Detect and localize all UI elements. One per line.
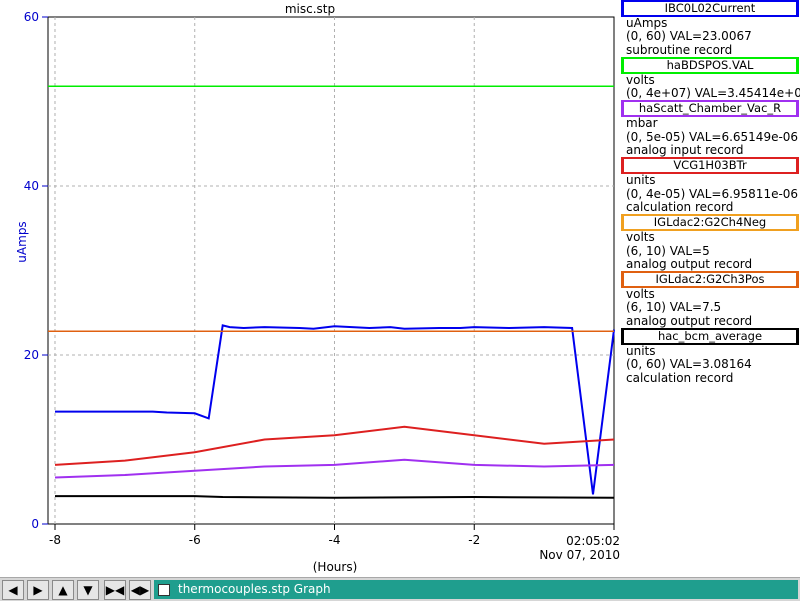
- legend-record: subroutine record: [626, 42, 733, 57]
- legend-range: (6, 10) VAL=7.5: [626, 300, 722, 315]
- legend-range: (0, 60) VAL=3.08164: [626, 357, 752, 372]
- legend-unit: mbar: [626, 116, 658, 131]
- legend-unit: volts: [626, 230, 655, 245]
- legend-pv-name[interactable]: IBC0L02Current: [621, 0, 799, 17]
- legend-range: (0, 4e-05) VAL=6.95811e-06: [626, 186, 799, 201]
- legend-entry[interactable]: VCG1H03BTr units (0, 4e-05) VAL=6.95811e…: [620, 157, 800, 214]
- timestamp-time: 02:05:02: [566, 534, 620, 548]
- x-axis-title: (Hours): [312, 560, 358, 574]
- y-axis-label: uAmps: [15, 221, 29, 263]
- legend-record: analog output record: [626, 313, 753, 328]
- series-line-hac-bcm-average: [55, 495, 615, 499]
- right-arrow-icon[interactable]: ▶: [27, 580, 49, 600]
- legend-panel: IBC0L02Current uAmps (0, 60) VAL=23.0067…: [620, 0, 800, 385]
- x-tick-label: -6: [189, 533, 201, 547]
- legend-record: calculation record: [626, 370, 734, 385]
- up-arrow-icon[interactable]: ▲: [52, 580, 74, 600]
- legend-unit: units: [626, 344, 656, 359]
- plot-title: misc.stp: [284, 2, 336, 16]
- legend-unit: volts: [626, 287, 655, 302]
- tab-thermocouples-graph[interactable]: thermocouples.stp Graph: [154, 580, 798, 599]
- shrink-horizontal-icon[interactable]: ▶◀: [104, 580, 126, 600]
- x-tick-label: -2: [468, 533, 480, 547]
- graph-window-icon: [158, 584, 170, 596]
- legend-pv-name[interactable]: hac_bcm_average: [621, 328, 799, 346]
- legend-entry[interactable]: IBC0L02Current uAmps (0, 60) VAL=23.0067…: [620, 0, 800, 57]
- legend-unit: uAmps: [626, 16, 668, 30]
- y-tick-label: 0: [31, 517, 39, 531]
- plot-frame: [47, 16, 615, 525]
- down-arrow-icon[interactable]: ▼: [77, 580, 99, 600]
- legend-pv-name[interactable]: IGLdac2:G2Ch4Neg: [621, 214, 799, 232]
- taskbar: ◀ ▶ ▲ ▼ ▶◀ ◀▶ thermocouples.stp Graph: [0, 577, 800, 601]
- legend-entry[interactable]: haScatt_Chamber_Vac_R mbar (0, 5e-05) VA…: [620, 100, 800, 157]
- legend-pv-name[interactable]: VCG1H03BTr: [621, 157, 799, 175]
- legend-entry[interactable]: hac_bcm_average units (0, 60) VAL=3.0816…: [620, 328, 800, 385]
- legend-pv-name[interactable]: haBDSPOS.VAL: [621, 56, 799, 74]
- legend-range: (6, 10) VAL=5: [626, 243, 710, 258]
- legend-range: (0, 60) VAL=23.0067: [626, 29, 752, 44]
- plot-area: -8 -6 -4 -20204060: [24, 10, 615, 547]
- legend-entry[interactable]: IGLdac2:G2Ch3Pos volts (6, 10) VAL=7.5 a…: [620, 271, 800, 328]
- legend-unit: units: [626, 173, 656, 188]
- legend-range: (0, 4e+07) VAL=3.45414e+07: [626, 86, 800, 101]
- legend-entry[interactable]: IGLdac2:G2Ch4Neg volts (6, 10) VAL=5 ana…: [620, 214, 800, 271]
- plot-timestamp: 02:05:02 Nov 07, 2010: [530, 534, 620, 562]
- legend-unit: volts: [626, 72, 655, 87]
- y-tick-label: 40: [24, 179, 39, 193]
- legend-record: analog input record: [626, 143, 744, 158]
- legend-record: calculation record: [626, 199, 734, 214]
- legend-record: analog output record: [626, 256, 753, 271]
- left-arrow-icon[interactable]: ◀: [2, 580, 24, 600]
- y-tick-label: 20: [24, 348, 39, 362]
- x-tick-label: -4: [329, 533, 341, 547]
- legend-entry[interactable]: haBDSPOS.VAL volts (0, 4e+07) VAL=3.4541…: [620, 56, 800, 101]
- x-tick-label: -8: [49, 533, 61, 547]
- legend-pv-name[interactable]: IGLdac2:G2Ch3Pos: [621, 271, 799, 289]
- expand-horizontal-icon[interactable]: ◀▶: [129, 580, 151, 600]
- legend-range: (0, 5e-05) VAL=6.65149e-06: [626, 129, 799, 144]
- legend-pv-name[interactable]: haScatt_Chamber_Vac_R: [621, 100, 799, 118]
- timestamp-date: Nov 07, 2010: [539, 548, 620, 562]
